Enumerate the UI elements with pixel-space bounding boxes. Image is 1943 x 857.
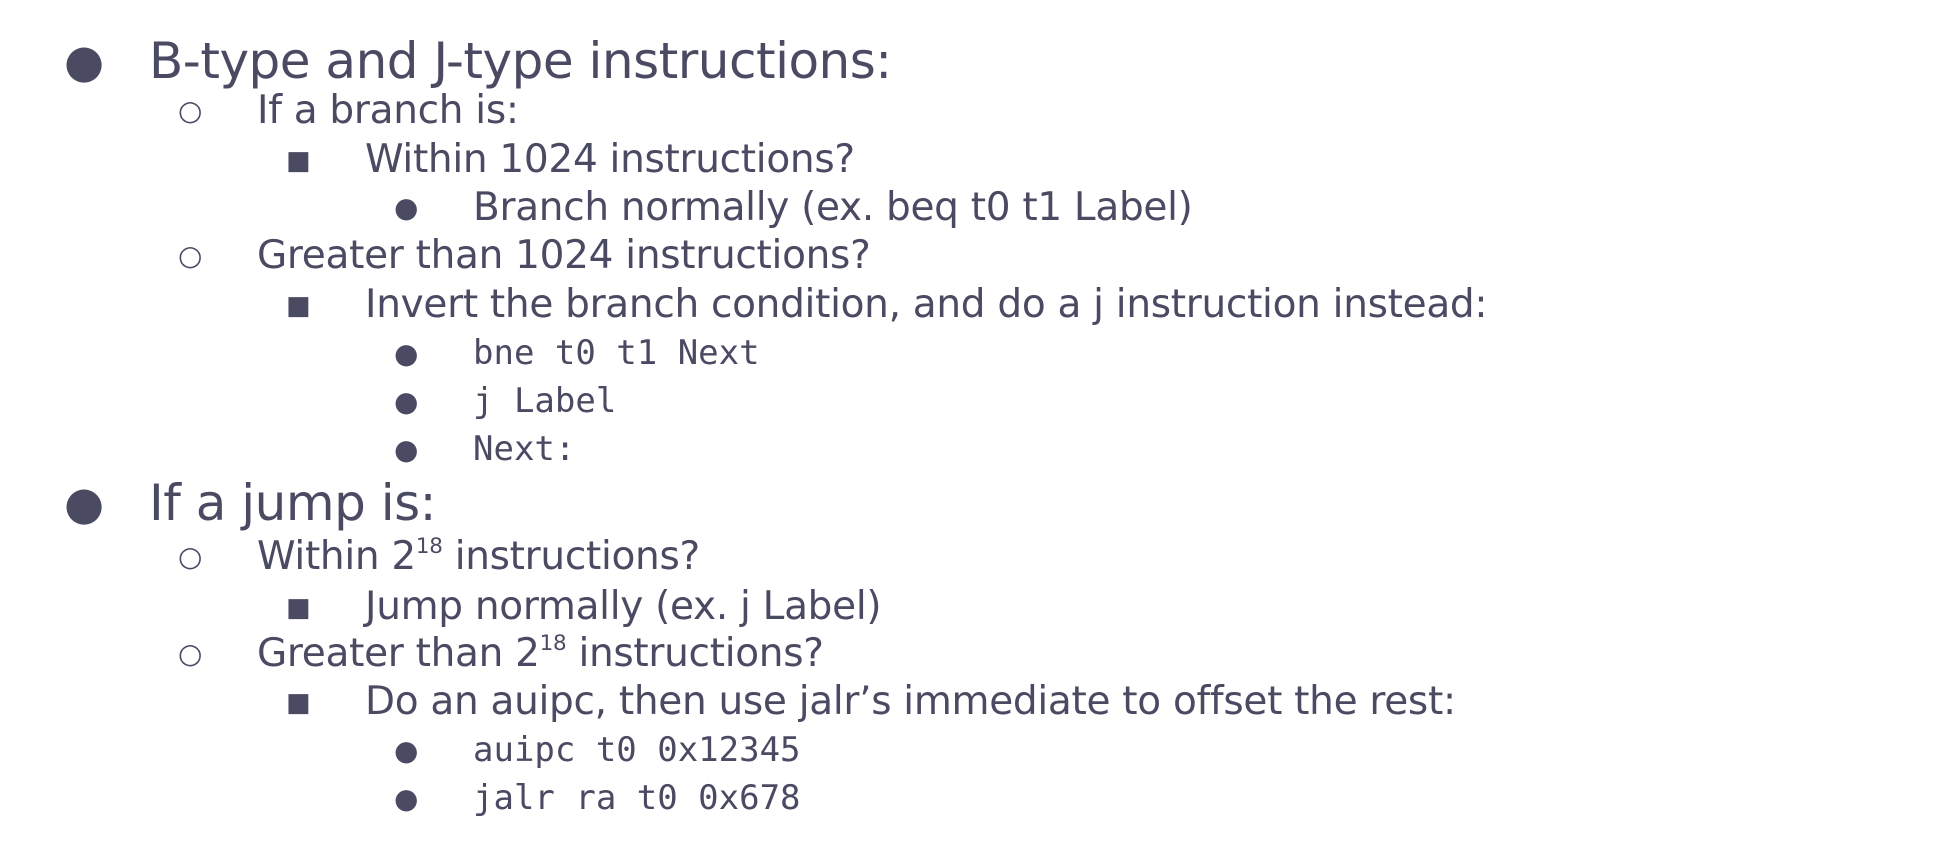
circle-bullet-icon: ○	[178, 540, 203, 573]
circle-bullet-icon: ○	[178, 637, 203, 670]
disc-bullet-icon: ●	[394, 782, 419, 815]
exponent: 18	[539, 630, 567, 656]
list-item-text: Greater than 1024 instructions?	[257, 233, 871, 278]
disc-bullet-icon: ●	[64, 34, 105, 88]
list-item-text: If a branch is:	[257, 88, 519, 133]
disc-bullet-icon: ●	[394, 337, 419, 370]
square-bullet-icon: ■	[286, 688, 311, 718]
circle-bullet-icon: ○	[178, 94, 203, 127]
square-bullet-icon: ■	[286, 291, 311, 321]
code-line: j Label	[473, 381, 617, 421]
disc-bullet-icon: ●	[394, 385, 419, 418]
code-line: jalr ra t0 0x678	[473, 778, 801, 818]
list-item-text: Greater than 218 instructions?	[257, 630, 824, 676]
disc-bullet-icon: ●	[394, 433, 419, 466]
list-item-text: Invert the branch condition, and do a j …	[365, 282, 1488, 327]
list-item-text: Jump normally (ex. j Label)	[365, 584, 882, 629]
code-line: auipc t0 0x12345	[473, 730, 801, 770]
disc-bullet-icon: ●	[64, 476, 105, 530]
disc-bullet-icon: ●	[394, 191, 419, 224]
list-item-text: B-type and J-type instructions:	[149, 32, 892, 90]
square-bullet-icon: ■	[286, 593, 311, 623]
exponent: 18	[415, 533, 443, 559]
text-after-exponent: instructions?	[566, 631, 824, 676]
text-after-exponent: instructions?	[442, 534, 700, 579]
list-item-text: Do an auipc, then use jalr’s immediate t…	[365, 679, 1456, 724]
list-item-text: If a jump is:	[149, 474, 436, 532]
list-item-text: Within 218 instructions?	[257, 533, 700, 579]
square-bullet-icon: ■	[286, 146, 311, 176]
disc-bullet-icon: ●	[394, 734, 419, 767]
text-before-exponent: Greater than 2	[257, 631, 540, 676]
list-item-text: Within 1024 instructions?	[365, 137, 855, 182]
text-before-exponent: Within 2	[257, 534, 416, 579]
code-line: Next:	[473, 429, 576, 469]
code-line: bne t0 t1 Next	[473, 333, 760, 373]
list-item-text: Branch normally (ex. beq t0 t1 Label)	[473, 185, 1193, 230]
circle-bullet-icon: ○	[178, 239, 203, 272]
